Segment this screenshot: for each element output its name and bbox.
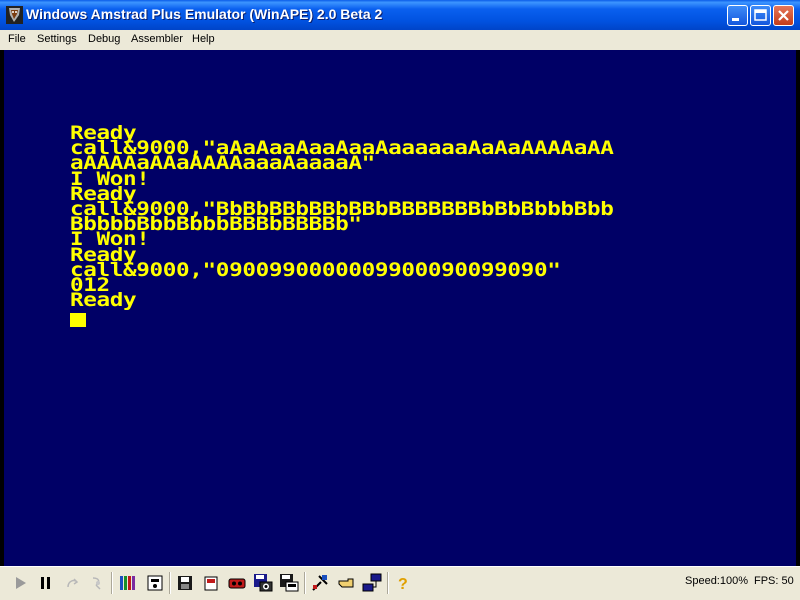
speed-status: Speed:100% bbox=[685, 575, 748, 587]
step-disabled-icon[interactable] bbox=[62, 573, 82, 593]
winape-app-icon[interactable] bbox=[6, 6, 23, 24]
menu-help[interactable]: Help bbox=[192, 33, 215, 45]
play-icon[interactable] bbox=[10, 573, 30, 593]
save-snapshot-icon[interactable] bbox=[253, 573, 273, 593]
minimize-button[interactable] bbox=[727, 5, 748, 26]
emulator-screen[interactable]: Ready call&9000,"aAaAaaAaaAaaAaaaaaaAaAa… bbox=[4, 50, 796, 566]
menu-debug[interactable]: Debug bbox=[88, 33, 120, 45]
speed-value: 100% bbox=[719, 575, 749, 587]
toolbar-separator bbox=[111, 572, 113, 594]
toolbar-separator bbox=[387, 572, 389, 594]
toolbar-separator bbox=[169, 572, 171, 594]
close-button[interactable] bbox=[773, 5, 794, 26]
snapshot-icon[interactable] bbox=[201, 573, 221, 593]
maximize-icon bbox=[754, 9, 767, 21]
maximize-button[interactable] bbox=[750, 5, 771, 26]
menu-file[interactable]: File bbox=[8, 33, 26, 45]
title-bar[interactable]: Windows Amstrad Plus Emulator (WinAPE) 2… bbox=[0, 0, 800, 30]
pointer-icon[interactable] bbox=[336, 573, 356, 593]
text-cursor bbox=[70, 313, 86, 327]
menu-settings[interactable]: Settings bbox=[37, 33, 77, 45]
screen-text: Ready call&9000,"aAaAaaAaaAaaAaaaaaaAaAa… bbox=[70, 123, 614, 312]
tape-icon[interactable] bbox=[118, 573, 138, 593]
save-disk-icon[interactable] bbox=[279, 573, 299, 593]
fps-label: FPS: bbox=[754, 575, 779, 587]
tools-icon[interactable] bbox=[310, 573, 330, 593]
screen-line: Ready bbox=[70, 289, 137, 312]
network-icon[interactable] bbox=[362, 573, 382, 593]
fps-status: FPS: 50 bbox=[754, 575, 794, 587]
menu-bar: File Settings Debug Assembler Help bbox=[0, 30, 800, 50]
menu-assembler[interactable]: Assembler bbox=[131, 33, 183, 45]
screen-line: call&9000,"0900990000009900090099090" bbox=[70, 258, 561, 281]
pause-icon[interactable] bbox=[36, 573, 56, 593]
fps-value: 50 bbox=[781, 575, 794, 587]
svg-text:?: ? bbox=[398, 576, 408, 593]
step-over-disabled-icon[interactable] bbox=[88, 573, 108, 593]
bottom-toolbar: ? Speed:100% FPS: 50 bbox=[0, 566, 800, 600]
disk-icon[interactable] bbox=[145, 573, 165, 593]
help-icon[interactable]: ? bbox=[392, 573, 412, 593]
speed-label: Speed: bbox=[685, 575, 720, 587]
minimize-icon bbox=[732, 18, 739, 21]
record-icon[interactable] bbox=[227, 573, 247, 593]
close-icon bbox=[778, 10, 789, 21]
window-title: Windows Amstrad Plus Emulator (WinAPE) 2… bbox=[26, 6, 383, 22]
toolbar-separator bbox=[304, 572, 306, 594]
save-icon[interactable] bbox=[175, 573, 195, 593]
